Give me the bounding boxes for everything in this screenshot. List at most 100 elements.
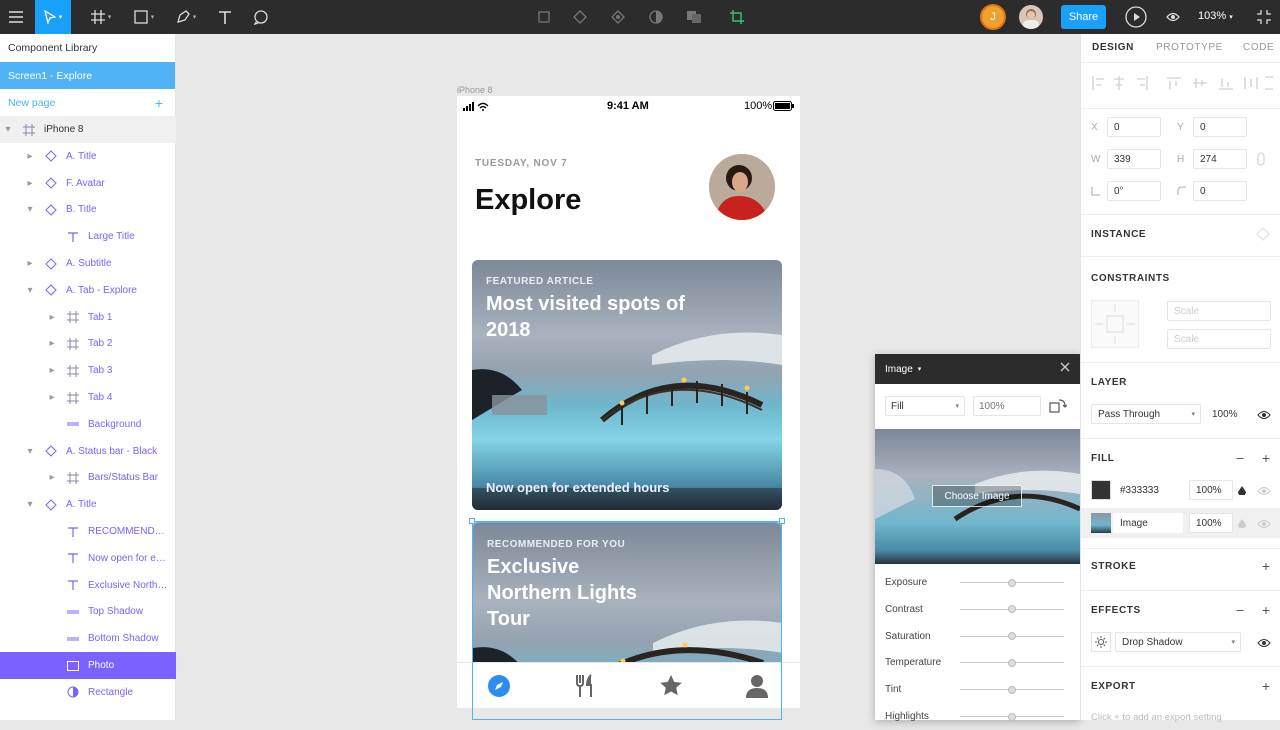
tab-prototype[interactable]: PROTOTYPE bbox=[1156, 42, 1223, 53]
vertical-constraint-select[interactable]: Scale bbox=[1167, 329, 1271, 349]
close-icon[interactable] bbox=[1060, 362, 1070, 375]
effect-visibility-icon[interactable] bbox=[1257, 638, 1271, 648]
zoom-level[interactable]: 103% ▾ bbox=[1198, 10, 1233, 22]
layer-row[interactable]: ▾ A. Tab - Explore bbox=[0, 277, 176, 304]
layer-row[interactable]: ▸ Tab 1 bbox=[0, 304, 176, 331]
fork-knife-icon[interactable] bbox=[572, 673, 598, 699]
tab-code[interactable]: CODE bbox=[1243, 42, 1274, 53]
create-component-icon[interactable] bbox=[534, 5, 554, 29]
fill-color-input[interactable]: #333333 bbox=[1113, 480, 1183, 500]
instance-icon[interactable] bbox=[1256, 227, 1270, 244]
layer-row[interactable]: Now open for ext... bbox=[0, 545, 176, 572]
layer-row[interactable]: ▸ F. Avatar bbox=[0, 170, 176, 197]
mask-icon[interactable] bbox=[570, 5, 590, 29]
layer-row[interactable]: Rectangle bbox=[0, 679, 176, 706]
star-icon[interactable] bbox=[658, 673, 684, 699]
fullscreen-icon[interactable] bbox=[1254, 5, 1274, 29]
width-input[interactable]: 339 bbox=[1107, 149, 1161, 169]
frame-label[interactable]: iPhone 8 bbox=[457, 85, 493, 95]
layer-row[interactable]: Top Shadow bbox=[0, 598, 176, 625]
image-fill-opacity-input[interactable]: 100% bbox=[1189, 513, 1233, 533]
effect-type-select[interactable]: Drop Shadow ▾ bbox=[1115, 632, 1241, 652]
adjustment-slider-knob[interactable] bbox=[1008, 632, 1016, 641]
constraints-widget[interactable] bbox=[1091, 300, 1139, 348]
boolean-icon[interactable] bbox=[608, 5, 628, 29]
chevron-down-icon[interactable]: ▾ bbox=[25, 446, 35, 457]
avatar[interactable] bbox=[709, 154, 775, 220]
add-stroke-icon[interactable]: + bbox=[1262, 558, 1270, 574]
tab-design[interactable]: DESIGN bbox=[1092, 42, 1134, 53]
layer-row[interactable]: RECOMMENDED ... bbox=[0, 518, 176, 545]
chevron-right-icon[interactable]: ▸ bbox=[47, 312, 57, 323]
x-input[interactable]: 0 bbox=[1107, 117, 1161, 137]
view-eye-icon[interactable] bbox=[1163, 5, 1183, 29]
layer-row[interactable]: ▾ A. Status bar - Black bbox=[0, 438, 176, 465]
add-fill-icon[interactable]: + bbox=[1262, 450, 1270, 466]
comment-tool-button[interactable] bbox=[250, 5, 272, 29]
avatar-user[interactable] bbox=[1019, 5, 1043, 29]
add-export-icon[interactable]: + bbox=[1262, 678, 1270, 694]
layer-row[interactable]: ▸ Bars/Status Bar bbox=[0, 464, 176, 491]
layer-row[interactable]: ▾ iPhone 8 bbox=[0, 116, 176, 143]
chevron-down-icon[interactable]: ▾ bbox=[25, 204, 35, 215]
avatar-collaborator[interactable]: J bbox=[980, 4, 1006, 30]
add-effect-icon[interactable]: + bbox=[1262, 602, 1270, 618]
radius-input[interactable]: 0 bbox=[1193, 181, 1247, 201]
layer-row[interactable]: Background bbox=[0, 411, 176, 438]
y-input[interactable]: 0 bbox=[1193, 117, 1247, 137]
chevron-down-icon[interactable]: ▾ bbox=[25, 285, 35, 296]
chevron-down-icon[interactable]: ▾ bbox=[918, 365, 922, 373]
adjustment-slider-knob[interactable] bbox=[1008, 578, 1016, 587]
selection-handle-left[interactable] bbox=[469, 518, 475, 524]
layer-row[interactable]: ▸ Tab 4 bbox=[0, 384, 176, 411]
adjustment-slider-knob[interactable] bbox=[1008, 605, 1016, 614]
effect-settings-icon[interactable] bbox=[1091, 632, 1111, 652]
fill-blend-icon[interactable] bbox=[1237, 485, 1247, 498]
selection-handle-right[interactable] bbox=[779, 518, 785, 524]
component-library-link[interactable]: Component Library bbox=[0, 34, 175, 62]
image-fill-blend-icon[interactable] bbox=[1237, 518, 1247, 531]
present-icon[interactable] bbox=[1123, 5, 1149, 29]
image-opacity-input[interactable] bbox=[973, 396, 1041, 416]
chevron-right-icon[interactable]: ▸ bbox=[25, 258, 35, 269]
layer-row[interactable]: Photo bbox=[0, 652, 176, 679]
constrain-proportions-icon[interactable] bbox=[1257, 152, 1265, 169]
move-tool-button[interactable]: ▾ bbox=[35, 0, 71, 34]
chevron-right-icon[interactable]: ▸ bbox=[47, 392, 57, 403]
fill-visibility-icon[interactable] bbox=[1257, 486, 1271, 496]
remove-effect-icon[interactable]: − bbox=[1236, 602, 1244, 618]
blend-mode-select[interactable]: Pass Through ▾ bbox=[1091, 404, 1201, 424]
layer-row[interactable]: Large Title bbox=[0, 223, 176, 250]
fill-color-swatch[interactable] bbox=[1091, 480, 1111, 500]
layer-opacity-input[interactable]: 100% bbox=[1205, 404, 1245, 424]
layer-row[interactable]: ▾ A. Title bbox=[0, 491, 176, 518]
layer-row[interactable]: ▸ Tab 3 bbox=[0, 357, 176, 384]
layer-row[interactable]: ▸ Tab 2 bbox=[0, 330, 176, 357]
layer-row[interactable]: Bottom Shadow bbox=[0, 625, 176, 652]
chevron-down-icon[interactable]: ▾ bbox=[25, 499, 35, 510]
chevron-down-icon[interactable]: ▾ bbox=[3, 124, 13, 135]
image-fill-visibility-icon[interactable] bbox=[1257, 519, 1271, 529]
compass-icon[interactable] bbox=[486, 673, 512, 699]
iphone-frame[interactable]: 9:41 AM 100% TUESDAY, NOV 7 Explore FEAT… bbox=[457, 96, 800, 708]
image-fill-label[interactable]: Image bbox=[1113, 513, 1183, 533]
chevron-right-icon[interactable]: ▸ bbox=[47, 472, 57, 483]
layer-row[interactable]: ▸ A. Subtitle bbox=[0, 250, 176, 277]
add-page-icon[interactable]: + bbox=[155, 95, 163, 111]
chevron-right-icon[interactable]: ▸ bbox=[47, 365, 57, 376]
fill-opacity-input[interactable]: 100% bbox=[1189, 480, 1233, 500]
frame-tool-button[interactable]: ▾ bbox=[85, 5, 117, 29]
layer-row[interactable]: ▾ B. Title bbox=[0, 196, 176, 223]
share-button[interactable]: Share bbox=[1061, 5, 1106, 29]
layer-row[interactable]: Exclusive Northe... bbox=[0, 572, 176, 599]
page-item-screen1[interactable]: Screen1 - Explore bbox=[0, 62, 175, 89]
adjustment-slider-knob[interactable] bbox=[1008, 712, 1016, 721]
menu-icon[interactable] bbox=[4, 5, 28, 29]
chevron-right-icon[interactable]: ▸ bbox=[47, 338, 57, 349]
image-preview[interactable]: Choose Image bbox=[875, 429, 1080, 564]
crop-icon[interactable] bbox=[727, 5, 747, 29]
height-input[interactable]: 274 bbox=[1193, 149, 1247, 169]
chevron-right-icon[interactable]: ▸ bbox=[25, 151, 35, 162]
new-page-row[interactable]: New page + bbox=[0, 89, 175, 116]
adjustment-slider-knob[interactable] bbox=[1008, 658, 1016, 667]
